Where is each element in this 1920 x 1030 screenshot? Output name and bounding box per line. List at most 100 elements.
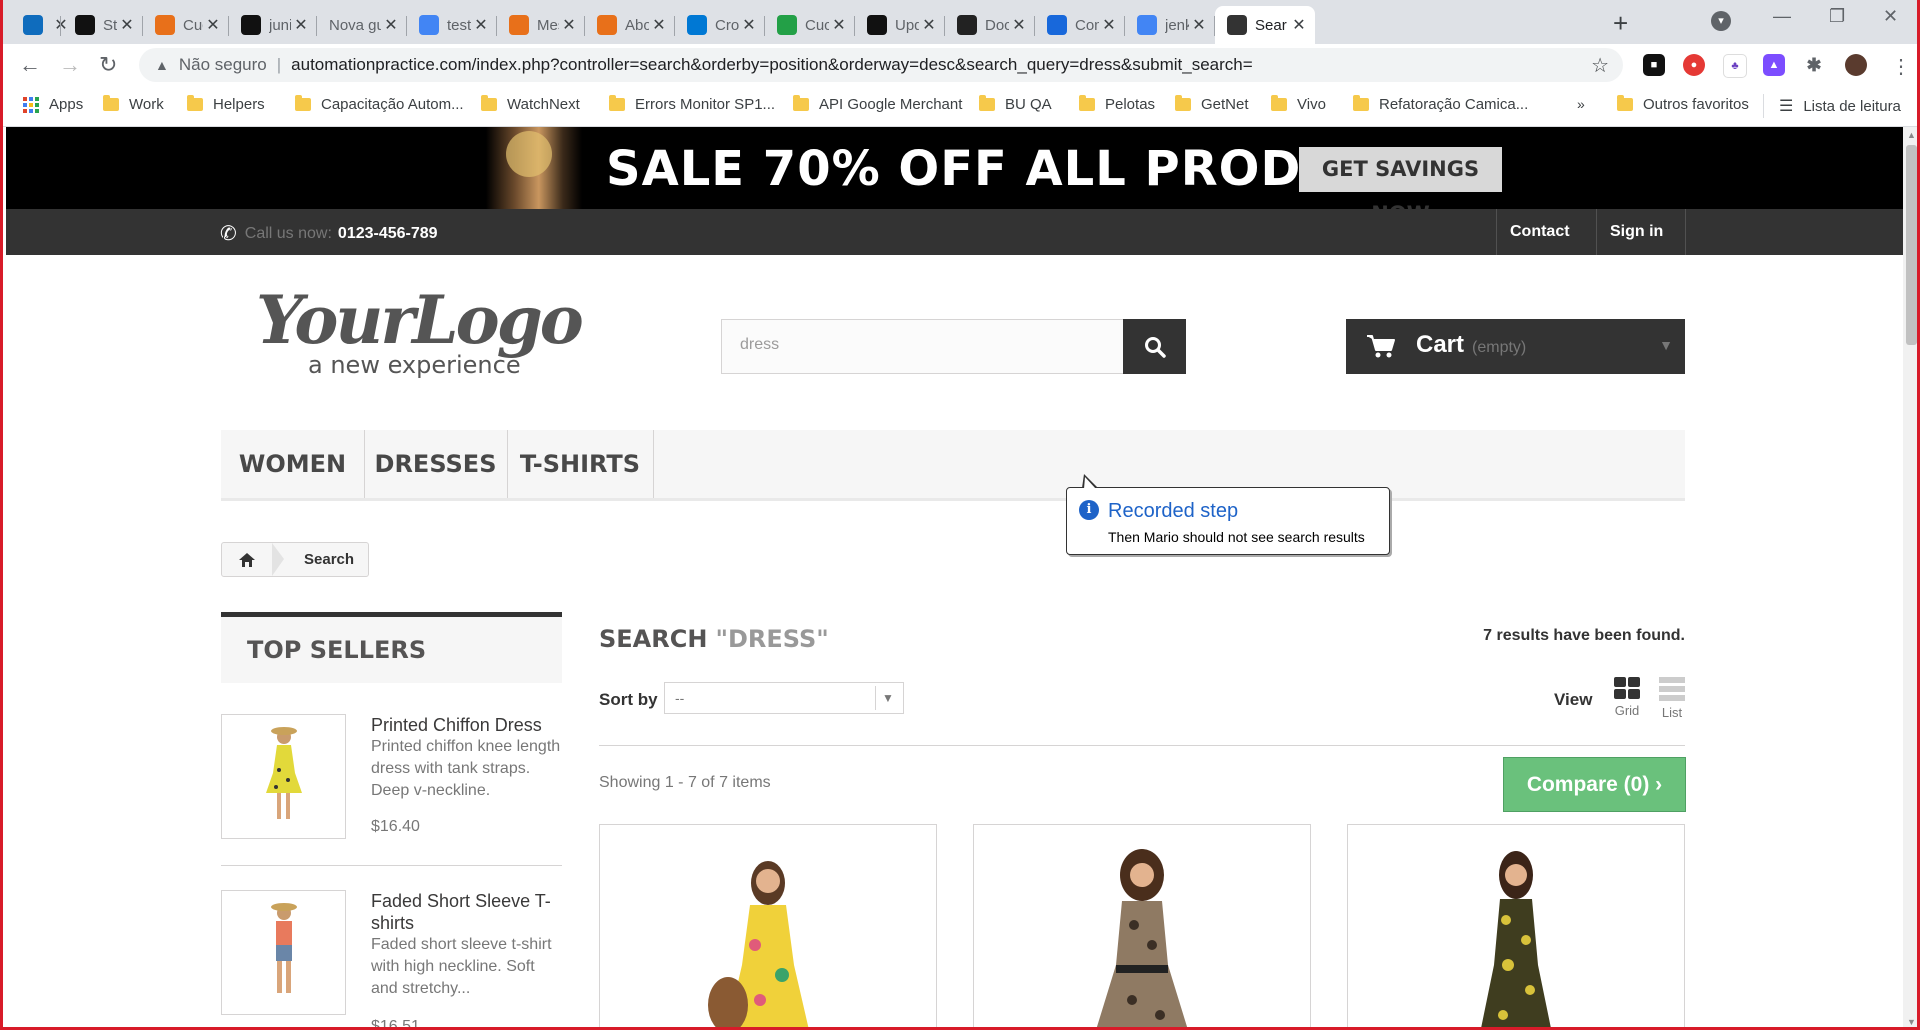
- tab-strip: + ▾ — ❐ ✕ ✕Stop✕Cucu✕junio✕Nova gui✕test…: [3, 0, 1917, 44]
- bookmarks-bar: Apps » Outros favoritos ☰ Lista de leitu…: [3, 86, 1917, 127]
- close-tab-icon[interactable]: ✕: [471, 15, 491, 35]
- close-tab-icon[interactable]: ✕: [381, 15, 401, 35]
- menu-item-t-shirts[interactable]: T-SHIRTS: [507, 430, 654, 498]
- extension-icon[interactable]: ■: [1643, 54, 1665, 76]
- browser-menu-icon[interactable]: ⋮: [1891, 54, 1911, 79]
- search-button[interactable]: [1123, 319, 1186, 374]
- close-tab-icon[interactable]: ✕: [203, 15, 223, 35]
- sale-banner[interactable]: SALE 70% OFF ALL PRODUCTS GET SAVINGS NO…: [6, 127, 1903, 226]
- bookmark-folder[interactable]: Capacitação Autom...: [295, 95, 464, 113]
- product-card[interactable]: [973, 824, 1311, 1027]
- bookmark-folder[interactable]: GetNet: [1175, 95, 1249, 113]
- forward-icon[interactable]: →: [59, 52, 81, 78]
- browser-tab[interactable]: Sear ✕: [1215, 6, 1315, 44]
- product-thumbnail[interactable]: [221, 714, 346, 839]
- top-sellers-block: TOP SELLERS Printed Chiffon Dress Printe…: [221, 612, 562, 1027]
- extension-icon[interactable]: ♣: [1723, 54, 1747, 78]
- product-card[interactable]: [599, 824, 937, 1027]
- browser-tab[interactable]: Docl✕: [945, 6, 1035, 44]
- bookmark-folder[interactable]: Errors Monitor SP1...: [609, 95, 775, 113]
- menu-item-women[interactable]: WOMEN: [221, 430, 365, 498]
- search-input[interactable]: dress: [740, 336, 779, 354]
- cart-button[interactable]: Cart (empty) ▼: [1346, 319, 1685, 374]
- extension-icon[interactable]: ▲: [1763, 54, 1785, 76]
- browser-tab[interactable]: Nova gui✕: [317, 6, 407, 44]
- bookmark-folder[interactable]: Pelotas: [1079, 95, 1155, 113]
- maximize-icon[interactable]: ❐: [1829, 6, 1845, 27]
- tooltip-body: Then Mario should not see search results: [1108, 529, 1365, 545]
- reload-icon[interactable]: ↻: [99, 52, 117, 78]
- close-tab-icon[interactable]: ✕: [1189, 15, 1209, 35]
- address-bar[interactable]: ▲ Não seguro | automationpractice.com/in…: [139, 48, 1623, 82]
- browser-tab[interactable]: Cros✕: [675, 6, 765, 44]
- bookmark-folder[interactable]: API Google Merchant: [793, 95, 962, 113]
- site-logo[interactable]: YourLogo a new experience: [256, 281, 636, 387]
- list-view-button[interactable]: List: [1657, 677, 1687, 720]
- home-icon[interactable]: [222, 543, 272, 576]
- reading-list[interactable]: ☰ Lista de leitura: [1779, 96, 1901, 116]
- browser-tab[interactable]: Com✕: [1035, 6, 1125, 44]
- top-sellers-title: TOP SELLERS: [221, 612, 562, 683]
- bookmark-folder[interactable]: Helpers: [187, 95, 265, 113]
- bookmark-folder[interactable]: BU QA: [979, 95, 1052, 113]
- close-tab-icon[interactable]: ✕: [829, 15, 849, 35]
- extension-icon[interactable]: ●: [1683, 54, 1705, 76]
- search-query-label: "DRESS": [715, 625, 829, 653]
- folder-icon: [1353, 95, 1369, 111]
- bookmark-folder[interactable]: Refatoração Camica...: [1353, 95, 1528, 113]
- browser-tab[interactable]: Mess✕: [497, 6, 585, 44]
- bookmark-star-icon[interactable]: ☆: [1591, 53, 1609, 78]
- tab-search-button[interactable]: ▾: [1711, 11, 1731, 31]
- get-savings-button[interactable]: GET SAVINGS NOW: [1299, 147, 1502, 226]
- url-text[interactable]: automationpractice.com/index.php?control…: [291, 55, 1253, 75]
- browser-tab[interactable]: Abou✕: [585, 6, 675, 44]
- sort-by-select[interactable]: -- ▼: [664, 682, 904, 714]
- bookmarks-overflow[interactable]: »: [1577, 96, 1585, 112]
- close-tab-icon[interactable]: ✕: [291, 15, 311, 35]
- grid-view-button[interactable]: Grid: [1612, 677, 1642, 718]
- sign-in-link[interactable]: Sign in: [1596, 209, 1686, 255]
- reading-list-icon: ☰: [1779, 98, 1794, 115]
- product-name[interactable]: Printed Chiffon Dress: [371, 714, 561, 736]
- bookmark-folder[interactable]: Vivo: [1271, 95, 1326, 113]
- close-tab-icon[interactable]: ✕: [649, 15, 669, 35]
- browser-tab[interactable]: Stop✕: [63, 6, 143, 44]
- product-description: Faded short sleeve t-shirt with high nec…: [371, 936, 552, 997]
- close-tab-icon[interactable]: ✕: [559, 15, 579, 35]
- product-card[interactable]: [1347, 824, 1685, 1027]
- close-tab-icon[interactable]: ✕: [1289, 15, 1309, 35]
- close-tab-icon[interactable]: ✕: [919, 15, 939, 35]
- menu-item-dresses[interactable]: DRESSES: [364, 430, 508, 498]
- browser-tab[interactable]: testo✕: [407, 6, 497, 44]
- close-tab-icon[interactable]: ✕: [1009, 15, 1029, 35]
- scrollbar-thumb[interactable]: [1906, 145, 1917, 345]
- back-icon[interactable]: ←: [19, 52, 41, 78]
- puzzle-icon[interactable]: ✱: [1803, 54, 1825, 76]
- browser-tab[interactable]: ✕: [11, 6, 68, 44]
- browser-tab[interactable]: jenk✕: [1125, 6, 1215, 44]
- browser-tab[interactable]: junio✕: [229, 6, 317, 44]
- avatar[interactable]: [1845, 54, 1867, 76]
- bookmark-folder[interactable]: WatchNext: [481, 95, 580, 113]
- results-count: 7 results have been found.: [1483, 627, 1685, 644]
- close-tab-icon[interactable]: ✕: [1099, 15, 1119, 35]
- product-name[interactable]: Faded Short Sleeve T-shirts: [371, 890, 561, 934]
- browser-tab[interactable]: Upd✕: [855, 6, 945, 44]
- new-tab-button[interactable]: +: [1613, 8, 1628, 39]
- bookmark-folder[interactable]: Work: [103, 95, 164, 113]
- minimize-icon[interactable]: —: [1773, 6, 1791, 27]
- browser-tab[interactable]: Cucu✕: [765, 6, 855, 44]
- compare-button[interactable]: Compare (0) ›: [1503, 757, 1686, 812]
- close-window-icon[interactable]: ✕: [1883, 6, 1898, 27]
- close-tab-icon[interactable]: ✕: [117, 15, 137, 35]
- scroll-down-icon[interactable]: ▼: [1907, 1017, 1916, 1027]
- bookmark-apps[interactable]: Apps: [23, 96, 83, 113]
- contact-us-link[interactable]: Contact us: [1496, 209, 1596, 286]
- grid-icon: [1614, 677, 1640, 699]
- product-thumbnail[interactable]: [221, 890, 346, 1015]
- bookmark-other-folder[interactable]: Outros favoritos: [1617, 95, 1749, 113]
- scroll-up-icon[interactable]: ▲: [1907, 130, 1916, 140]
- browser-tab[interactable]: Cucu✕: [143, 6, 229, 44]
- close-tab-icon[interactable]: ✕: [739, 15, 759, 35]
- page-scrollbar[interactable]: ▲ ▼: [1903, 127, 1917, 1027]
